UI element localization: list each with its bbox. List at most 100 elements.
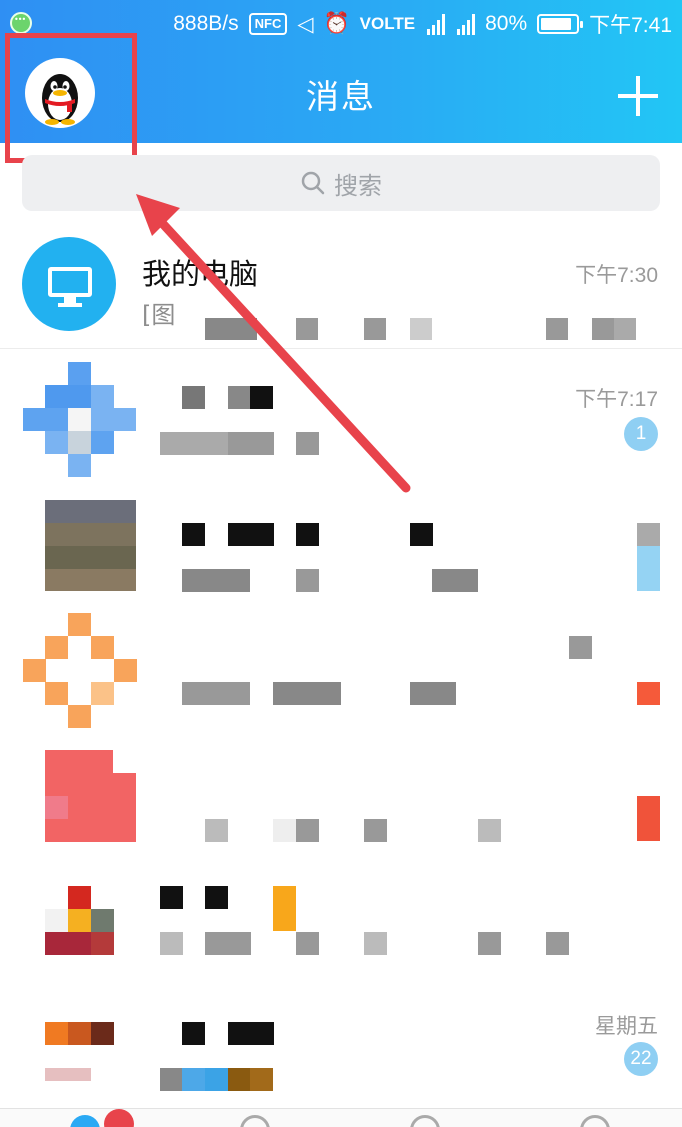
pixel-block [364, 819, 387, 842]
pixel-block [296, 819, 319, 842]
pixel-block [45, 569, 136, 591]
pixel-block [182, 569, 250, 592]
mute-icon: ◁ [297, 12, 314, 36]
volte-label: VOLTE [359, 14, 416, 33]
pixel-block [114, 659, 137, 682]
pixel-block [182, 386, 205, 409]
pixel-block [296, 318, 318, 340]
pixel-block [45, 773, 136, 796]
pixel-block [68, 909, 91, 932]
pixel-block [228, 1022, 274, 1045]
unread-badge: 22 [624, 1042, 658, 1076]
pixel-block [296, 432, 319, 455]
pixel-block [45, 682, 68, 705]
pixel-block [68, 886, 91, 909]
conversation-time: 星期五 [595, 1015, 658, 1038]
pixel-block [273, 819, 296, 842]
pixel-block [45, 1022, 68, 1045]
pixel-block [364, 318, 386, 340]
avatar-highlight-box [5, 33, 137, 163]
pixel-block [637, 682, 660, 705]
pixel-block [410, 682, 456, 705]
pixel-block [45, 546, 136, 569]
battery-percent: 80% [485, 12, 528, 35]
pixel-block [592, 318, 614, 340]
pixel-block [228, 523, 274, 546]
clock: 下午7:41 [589, 14, 672, 37]
pixel-block [410, 318, 432, 340]
pixel-block [68, 362, 91, 385]
pixel-block [45, 523, 136, 546]
alarm-icon: ⏰ [323, 12, 350, 35]
pixel-block [478, 932, 501, 955]
monitor-icon [48, 267, 92, 297]
pixel-block [91, 636, 114, 659]
pixel-block [160, 932, 183, 955]
pixel-block [45, 796, 68, 819]
pixel-block [91, 1022, 114, 1045]
search-bar[interactable]: 搜索 [22, 155, 660, 211]
pixel-block [637, 523, 660, 546]
pixel-block [91, 932, 114, 955]
pixel-block [296, 932, 319, 955]
tab-contacts[interactable] [240, 1115, 270, 1127]
bottom-tab-bar [0, 1108, 682, 1127]
tab-more[interactable] [580, 1115, 610, 1127]
pixel-block [364, 932, 387, 955]
pixel-block [182, 523, 205, 546]
pixel-block [68, 408, 91, 431]
pixel-block [205, 819, 228, 842]
pixel-block [68, 1022, 91, 1045]
pixel-block [205, 318, 257, 340]
pixel-block [68, 705, 91, 728]
pixel-block [546, 932, 569, 955]
pixel-block [68, 454, 91, 477]
pixel-block [68, 431, 91, 454]
pixel-block [614, 318, 636, 340]
pixel-block [205, 932, 251, 955]
pixel-block [182, 1022, 205, 1045]
conversation-row[interactable]: 星期五 22 [0, 990, 682, 1108]
pixel-block [23, 659, 46, 682]
pixel-block [205, 886, 228, 909]
pixel-block [45, 819, 136, 842]
pixel-block [45, 636, 68, 659]
pixel-block [91, 909, 114, 932]
pixel-block [546, 318, 568, 340]
status-indicators: 888B/s NFC ◁ ⏰ VOLTE 80% 下午7:41 [173, 9, 672, 39]
pixel-block [45, 909, 68, 932]
network-speed: 888B/s [173, 12, 239, 35]
pixel-block [160, 1068, 183, 1091]
conversation-time: 下午7:30 [575, 264, 658, 287]
pixel-block [68, 796, 136, 819]
pixel-block [569, 636, 592, 659]
notification-icon [10, 12, 32, 34]
pixel-block [228, 432, 274, 455]
pixel-block [23, 408, 68, 431]
computer-avatar [22, 237, 116, 331]
pixel-block [205, 1068, 228, 1091]
pixel-block [228, 1068, 251, 1091]
notification-badge [104, 1109, 134, 1127]
search-placeholder: 搜索 [334, 171, 382, 200]
tab-moments[interactable] [410, 1115, 440, 1127]
pixel-block [250, 1068, 273, 1091]
pixel-block [45, 385, 91, 408]
unread-badge: 1 [624, 417, 658, 451]
conversation-time: 下午7:17 [575, 388, 658, 411]
conversation-row-my-computer[interactable]: 我的电脑 [图 下午7:30 [0, 237, 682, 349]
pixel-block [45, 750, 113, 773]
pixel-block [410, 523, 433, 546]
pixel-block [250, 386, 273, 409]
pixel-block [45, 431, 68, 454]
pixel-block [296, 523, 319, 546]
pixel-block [91, 682, 114, 705]
pixel-block [45, 1068, 91, 1081]
pixel-block [637, 796, 660, 841]
tab-messages[interactable] [70, 1115, 100, 1127]
add-button[interactable] [618, 76, 658, 116]
pixel-block [478, 819, 501, 842]
pixel-block [182, 1068, 205, 1091]
pixel-block [228, 386, 251, 409]
pixel-block [91, 408, 136, 431]
